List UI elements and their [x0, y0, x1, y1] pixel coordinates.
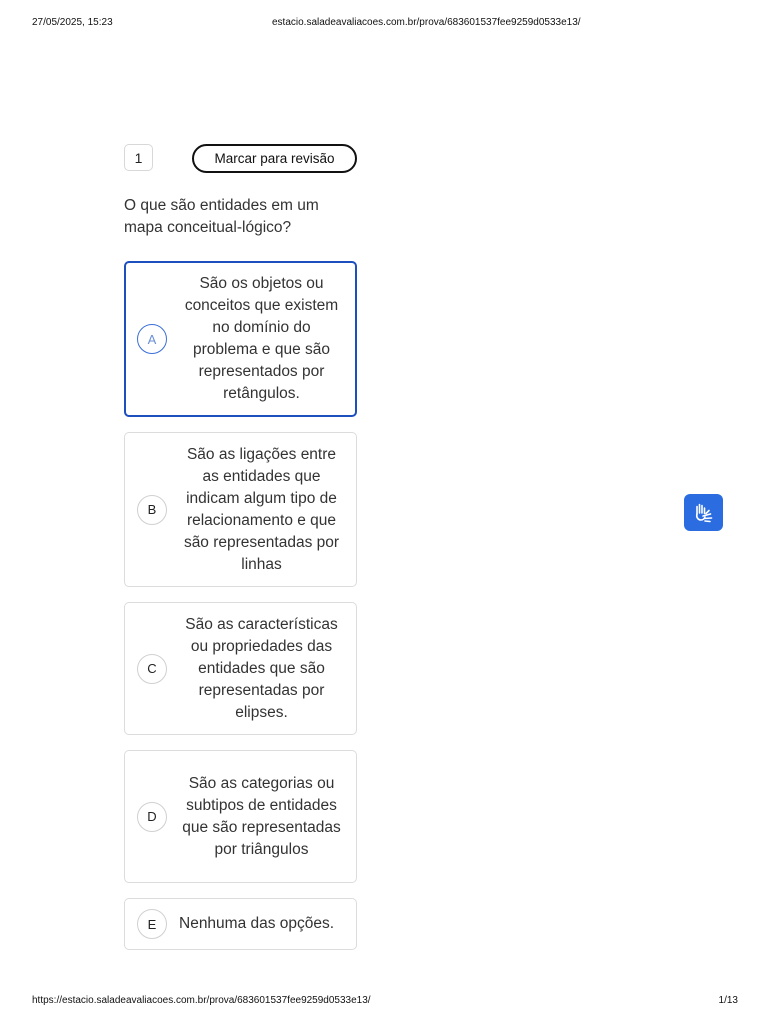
print-header-url: estacio.saladeavaliacoes.com.br/prova/68… [272, 17, 581, 28]
option-text-b: São as ligações entre as entidades que i… [183, 445, 340, 573]
accessibility-button[interactable] [684, 494, 723, 531]
option-letter-e: E [137, 909, 167, 939]
option-letter-c: C [137, 653, 167, 684]
mark-for-review-button[interactable]: Marcar para revisão [192, 144, 357, 173]
option-a[interactable]: A São os objetos ou conceitos que existe… [124, 261, 357, 417]
option-b[interactable]: B São as ligações entre as entidades que… [124, 432, 357, 587]
question-text: O que são entidades em um mapa conceitua… [124, 197, 319, 236]
option-text-d: São as categorias ou subtipos de entidad… [182, 774, 341, 858]
print-datetime: 27/05/2025, 15:23 [32, 17, 113, 28]
option-c[interactable]: C São as características ou propriedades… [124, 602, 357, 735]
option-letter-d: D [137, 801, 167, 832]
option-letter-a: A [137, 324, 167, 354]
print-footer-url: https://estacio.saladeavaliacoes.com.br/… [32, 995, 371, 1006]
print-footer: https://estacio.saladeavaliacoes.com.br/… [32, 995, 738, 1009]
option-e[interactable]: E Nenhuma das opções. [124, 898, 357, 950]
question-number: 1 [124, 144, 153, 171]
option-text-e: Nenhuma das opções. [179, 915, 335, 932]
option-d[interactable]: D São as categorias ou subtipos de entid… [124, 750, 357, 883]
option-text-a: São os objetos ou conceitos que existem … [184, 275, 339, 402]
sign-language-hands-icon [695, 503, 712, 522]
print-header: 27/05/2025, 15:23 estacio.saladeavaliaco… [32, 17, 736, 31]
option-text-c: São as características ou propriedades d… [185, 615, 338, 721]
page-counter: 1/13 [718, 995, 738, 1006]
option-letter-b: B [137, 494, 167, 525]
